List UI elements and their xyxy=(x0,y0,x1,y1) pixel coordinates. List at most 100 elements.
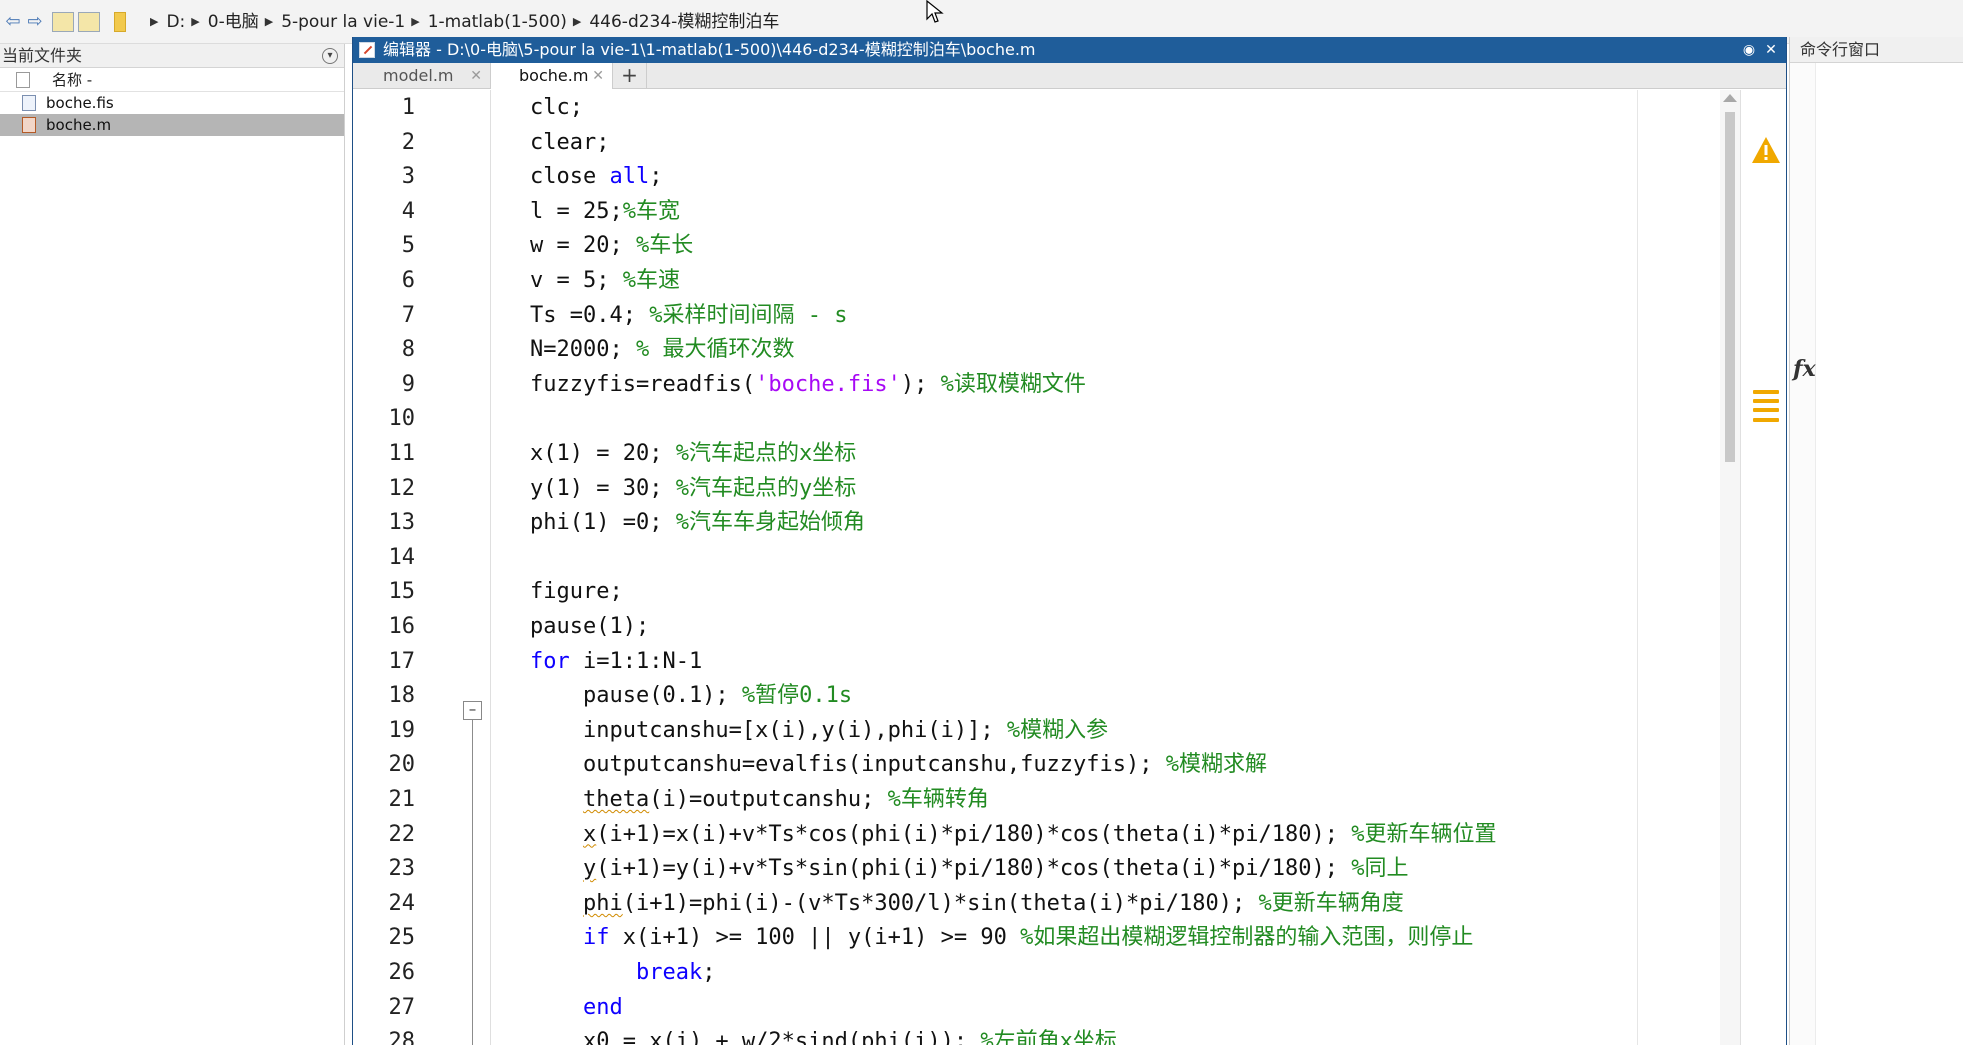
code-text: ; xyxy=(649,164,663,190)
forward-arrow-icon[interactable]: ⇨ xyxy=(24,12,46,32)
breadcrumb-item[interactable]: D: xyxy=(166,12,185,32)
line-number: 7 xyxy=(401,302,415,328)
panel-menu-icon[interactable]: ▾ xyxy=(322,48,338,64)
breadcrumb-item[interactable]: 446-d234-模糊控制泊车 xyxy=(589,12,779,32)
code-comment: %更新车辆角度 xyxy=(1258,890,1404,916)
scroll-up-icon[interactable] xyxy=(1723,94,1737,102)
line-number: 23 xyxy=(388,856,416,882)
name-column-header[interactable]: 名称 - xyxy=(0,68,344,92)
line-number: 6 xyxy=(401,268,415,293)
code-string: 'boche.fis' xyxy=(755,371,901,397)
command-window: 命令行窗口 fx xyxy=(1789,37,1963,1045)
code-line[interactable]: if x(i+1) >= 100 || y(i+1) >= 90 %如果超出模糊… xyxy=(530,921,1473,955)
code-line[interactable]: l = 25;%车宽 xyxy=(530,195,680,229)
line-number: 25 xyxy=(388,925,416,951)
file-item-boche-fis[interactable]: boche.fis xyxy=(0,92,344,114)
code-text: (i)=outputcanshu; xyxy=(649,787,888,812)
code-line[interactable]: phi(1) =0; %汽车车身起始倾角 xyxy=(530,506,865,540)
close-icon[interactable]: ✕ xyxy=(1762,41,1780,59)
code-line[interactable]: end xyxy=(530,991,623,1025)
code-line[interactable]: N=2000; % 最大循环次数 xyxy=(530,333,794,367)
code-line[interactable]: theta(i)=outputcanshu; %车辆转角 xyxy=(530,783,989,817)
code-fold-toggle-icon[interactable]: – xyxy=(463,701,482,720)
breadcrumb-separator-icon[interactable]: ▶ xyxy=(150,15,158,28)
code-line[interactable]: w = 20; %车长 xyxy=(530,229,693,263)
breadcrumb-item[interactable]: 0-电脑 xyxy=(208,12,259,32)
breadcrumb-item[interactable]: 5-pour la vie-1 xyxy=(281,12,405,32)
code-text: ); xyxy=(900,371,941,397)
line-number: 22 xyxy=(388,821,416,847)
line-number: 15 xyxy=(388,579,416,605)
file-icon xyxy=(16,72,30,88)
code-line[interactable]: pause(0.1); %暂停0.1s xyxy=(530,679,852,713)
tab-close-icon[interactable]: ✕ xyxy=(470,63,482,89)
code-text: pause(0.1); xyxy=(530,683,742,709)
code-line[interactable]: inputcanshu=[x(i),y(i),phi(i)]; %模糊入参 xyxy=(530,714,1108,748)
code-text: x(1) = 20; xyxy=(530,441,676,466)
breadcrumb-separator-icon[interactable]: ▶ xyxy=(411,15,419,28)
code-line[interactable]: x0 = x(i) + w/2*sind(phi(i)); %左前角x坐标 xyxy=(530,1025,1117,1045)
browse-folder-icon[interactable] xyxy=(78,12,100,32)
code-line[interactable]: clc; xyxy=(530,91,583,125)
code-line[interactable]: x(1) = 20; %汽车起点的x坐标 xyxy=(530,437,856,471)
code-line[interactable]: x(i+1)=x(i)+v*Ts*cos(phi(i)*pi/180)*cos(… xyxy=(530,818,1496,852)
tab-boche-m[interactable]: boche.m ✕ xyxy=(491,63,613,89)
code-text: y(1) = 30; xyxy=(530,475,676,501)
code-text: N=2000; xyxy=(530,337,636,363)
code-line[interactable]: figure; xyxy=(530,575,623,609)
fx-icon[interactable]: fx xyxy=(1793,356,1816,382)
code-text: y xyxy=(582,856,597,882)
editor-icon xyxy=(359,42,375,58)
editor-panel: 编辑器 - D:\0-电脑\5-pour la vie-1\1-matlab(1… xyxy=(352,37,1787,1045)
code-text: pause(1); xyxy=(530,614,650,639)
warning-marker[interactable] xyxy=(1753,408,1779,412)
file-item-boche-m[interactable]: boche.m xyxy=(0,114,344,136)
code-line[interactable]: y(i+1)=y(i)+v*Ts*sin(phi(i)*pi/180)*cos(… xyxy=(530,852,1408,886)
warning-marker[interactable] xyxy=(1753,399,1779,403)
code-line[interactable]: outputcanshu=evalfis(inputcanshu,fuzzyfi… xyxy=(530,748,1267,782)
breadcrumb-separator-icon[interactable]: ▶ xyxy=(265,15,273,28)
tab-close-icon[interactable]: ✕ xyxy=(592,63,604,89)
line-number: 21 xyxy=(388,787,416,812)
warning-marker[interactable] xyxy=(1753,390,1779,394)
code-text: clc; xyxy=(530,95,583,120)
code-line[interactable]: pause(1); xyxy=(530,610,649,644)
code-line[interactable]: break; xyxy=(530,956,715,990)
code-line[interactable]: for i=1:1:N-1 xyxy=(530,645,702,679)
breadcrumb-separator-icon[interactable]: ▶ xyxy=(573,15,581,28)
warning-icon[interactable] xyxy=(1751,136,1781,164)
code-line[interactable]: close all; xyxy=(530,160,662,194)
column-header-label: 名称 - xyxy=(52,71,93,89)
back-arrow-icon[interactable]: ⇦ xyxy=(2,12,24,32)
code-line[interactable]: y(1) = 30; %汽车起点的y坐标 xyxy=(530,472,856,506)
add-tab-button[interactable]: + xyxy=(613,63,647,89)
code-text: x0 = x(i) + w/2*sind(phi(i)); xyxy=(530,1029,981,1045)
editor-titlebar: 编辑器 - D:\0-电脑\5-pour la vie-1\1-matlab(1… xyxy=(353,37,1786,63)
vertical-scrollbar[interactable] xyxy=(1720,90,1740,1045)
line-number: 11 xyxy=(388,441,416,466)
code-line[interactable]: fuzzyfis=readfis('boche.fis'); %读取模糊文件 xyxy=(530,368,1086,402)
line-number: 9 xyxy=(401,371,415,397)
code-line[interactable]: Ts =0.4; %采样时间间隔 - s xyxy=(530,299,847,333)
up-folder-icon[interactable] xyxy=(52,12,74,32)
warning-marker[interactable] xyxy=(1753,418,1779,422)
breadcrumb-separator-icon[interactable]: ▶ xyxy=(191,15,199,28)
scrollbar-thumb[interactable] xyxy=(1725,112,1735,462)
line-number: 26 xyxy=(388,960,416,985)
code-comment: %车辆转角 xyxy=(887,787,989,812)
breadcrumb-item[interactable]: 1-matlab(1-500) xyxy=(428,12,567,32)
warning-markers[interactable] xyxy=(1753,390,1779,427)
code-line[interactable]: v = 5; %车速 xyxy=(530,264,680,298)
breadcrumb: ▶ D: ▶ 0-电脑 ▶ 5-pour la vie-1 ▶ 1-matlab(1-500)… xyxy=(144,12,779,32)
code-line[interactable]: clear; xyxy=(530,126,609,160)
code-text: theta xyxy=(582,787,650,812)
tab-model-m[interactable]: model.m ✕ xyxy=(353,63,491,89)
code-text: x xyxy=(582,821,597,847)
code-area[interactable]: 1 2 3 4 5 6 7 8 9 10 11 12 13 14 15 16 17 18 19 20 21 22 23 24 2… xyxy=(353,90,1786,1045)
code-line[interactable]: phi(i+1)=phi(i)-(v*Ts*300/l)*sin(theta(i… xyxy=(530,887,1404,921)
code-text: l = 25; xyxy=(530,198,623,224)
editor-menu-icon[interactable]: ◉ xyxy=(1740,41,1758,59)
mouse-cursor-icon xyxy=(926,0,944,23)
code-text: close xyxy=(530,164,610,190)
